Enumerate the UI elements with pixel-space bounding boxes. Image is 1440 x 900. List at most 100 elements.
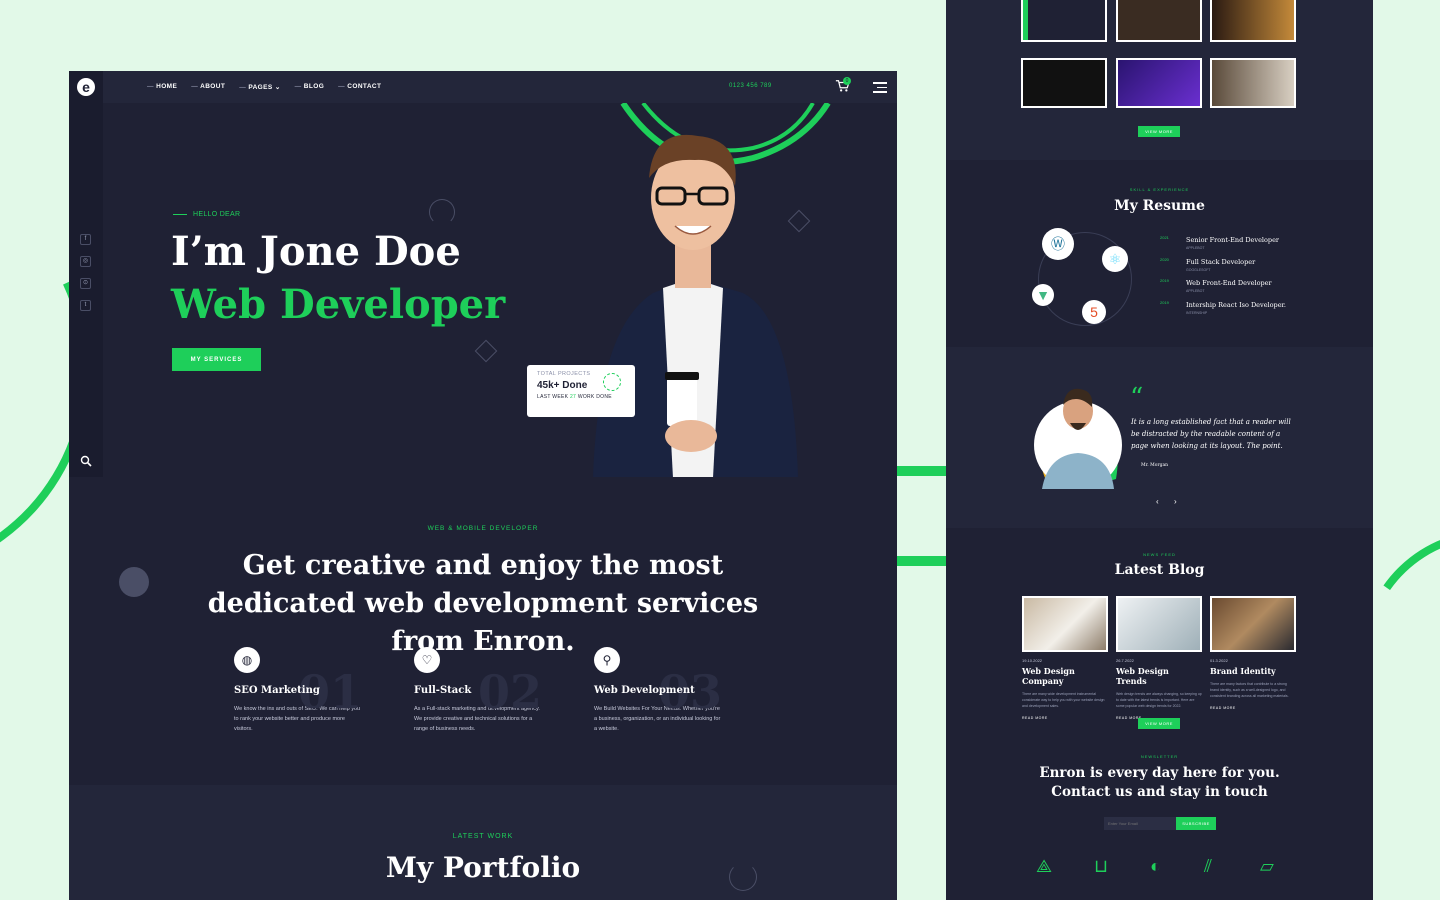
portfolio-section: LATEST WORK My Portfolio [69,785,897,900]
menu-icon[interactable] [873,82,887,96]
logo[interactable]: e [69,71,103,103]
main-page-preview: e HOME ABOUT PAGES ⌄ BLOG CONTACT 0123 4… [69,71,897,900]
nav-home[interactable]: HOME [147,83,177,91]
chevron-down-icon: ⌄ [274,84,281,91]
hero-role: Web Developer [171,281,506,328]
services-title: Get creative and enjoy the most dedicate… [207,550,759,657]
service-card-seo: 01 ◍ SEO Marketing We know the ins and o… [234,647,384,734]
portfolio-thumb[interactable] [1210,58,1296,108]
resume-section: SKILL & EXPERIENCE My Resume Ⓦ ⚛ ▼ 5 202… [946,160,1373,347]
resume-role: Senior Front-End Developer [1186,236,1280,244]
globe-icon: ◍ [234,647,260,673]
projects-week: LAST WEEK 27 WORK DONE [537,394,625,400]
secondary-page-preview: VIEW MORE SKILL & EXPERIENCE My Resume Ⓦ… [946,0,1373,900]
wordpress-icon: Ⓦ [1042,228,1074,260]
brand-logo-3: ◐ [1150,856,1161,876]
facebook-icon[interactable]: f [80,234,91,245]
blog-title: Latest Blog [1114,562,1205,578]
brand-logo-5: ▱ [1260,856,1274,876]
phone-number[interactable]: 0123 456 789 [729,83,772,89]
logo-mark: e [77,78,95,96]
week-suffix: WORK DONE [577,394,612,400]
portfolio-tag: LATEST WORK [452,833,514,840]
bg-stripe-2 [897,556,946,566]
blog-image [1116,596,1202,652]
brand-logo-1: ⟁ [1036,856,1053,876]
resume-role: Full Stack Developer [1186,258,1256,266]
resume-title: My Resume [1114,198,1205,214]
resume-year: 2021 [1160,235,1169,240]
week-label: LAST WEEK [537,394,569,400]
blog-card[interactable]: 19.10.2022 Web Design Company There are … [1022,596,1108,720]
instagram-icon[interactable]: ◎ [80,256,91,267]
blog-post-title[interactable]: Brand Identity [1210,666,1296,676]
nav-blog[interactable]: BLOG [295,83,325,91]
my-services-button[interactable]: MY SERVICES [172,348,261,371]
portfolio-thumb[interactable] [1116,0,1202,42]
blog-post-title[interactable]: Web Design Company [1022,666,1108,686]
total-projects-card: TOTAL PROJECTS 45k+ Done LAST WEEK 27 WO… [527,365,635,417]
resume-company: APPLEBOT [1186,246,1205,250]
resume-item: 2021 Senior Front-End Developer APPLEBOT [1160,235,1280,250]
services-section: WEB & MOBILE DEVELOPER Get creative and … [69,477,897,785]
nav-contact[interactable]: CONTACT [338,83,381,91]
testimonial-author: Mr. Morgan [1141,463,1169,468]
newsletter-title-line1: Enron is every day here for you. [1039,765,1280,781]
service-name: SEO Marketing [234,685,320,696]
portfolio-thumb[interactable] [1210,0,1296,42]
resume-role: Web Front-End Developer [1186,279,1272,287]
newsletter-email-input[interactable] [1104,817,1176,830]
resume-company: GOOGLESOFT [1186,268,1211,272]
prev-arrow-icon[interactable]: ‹ [1156,497,1159,506]
dribbble-icon[interactable]: ⊙ [80,278,91,289]
search-icon[interactable] [80,455,92,467]
resume-role: Intership React Iso Developer. [1186,301,1287,309]
newsletter-tag: NEWSLETTER [1140,754,1179,759]
service-name: Web Development [594,685,695,696]
quote-icon: “ [1130,383,1144,413]
resume-year: 2019 [1160,278,1169,283]
brand-logo-2: ⊔ [1094,856,1109,876]
developer-portrait [593,134,798,478]
resume-company: APPLEBOT [1186,289,1205,293]
resume-item: 2019 Web Front-End Developer APPLEBOT [1160,278,1272,293]
subscribe-button[interactable]: SUBSCRIBE [1176,817,1216,830]
blog-card[interactable]: 01.3.2022 Brand Identity There are many … [1210,596,1296,710]
portfolio-thumb[interactable] [1021,58,1107,108]
lightbulb-icon: ⚲ [594,647,620,673]
blog-tag: NEWS FEED [1143,552,1176,557]
nav-pages[interactable]: PAGES ⌄ [239,83,280,91]
view-more-button[interactable]: VIEW MORE [1138,126,1180,137]
portfolio-thumb[interactable] [1021,0,1107,42]
read-more-link[interactable]: READ MORE [1210,706,1296,710]
service-card-webdev: 03 ⚲ Web Development We Build Websites F… [594,647,744,734]
circle-decoration-3 [729,863,757,891]
circle-decoration [429,199,455,225]
brand-logo-4: ⫽ [1204,856,1213,876]
progress-ring-icon [603,373,621,391]
react-icon: ⚛ [1102,246,1128,272]
blog-view-more-button[interactable]: VIEW MORE [1138,718,1180,729]
blog-date: 26.7.2022 [1116,658,1134,663]
social-sidebar: f ◎ ⊙ t [69,103,103,477]
next-arrow-icon[interactable]: › [1174,497,1177,506]
blog-excerpt: There are many factors that contribute t… [1210,682,1289,698]
testimonial-portrait [1034,388,1122,489]
blog-post-title[interactable]: Web Design Trends [1116,666,1202,686]
portfolio-thumb[interactable] [1116,58,1202,108]
blog-card[interactable]: 26.7.2022 Web Design Trends Web design t… [1116,596,1202,720]
resume-company: INTERNSHIP [1186,311,1208,315]
resume-year: 2019 [1160,300,1169,305]
week-number: 27 [569,394,577,400]
twitter-icon[interactable]: t [80,300,91,311]
vue-icon: ▼ [1032,284,1054,306]
hero-greeting: HELLO DEAR [173,211,240,218]
blog-date: 01.3.2022 [1210,658,1228,663]
nav-pages-label: PAGES [248,84,273,91]
bg-stripe [897,466,946,476]
read-more-link[interactable]: READ MORE [1022,716,1108,720]
blog-image [1022,596,1108,652]
diamond-decoration-2 [474,339,498,363]
nav-about[interactable]: ABOUT [191,83,225,91]
resume-year: 2020 [1160,257,1169,262]
